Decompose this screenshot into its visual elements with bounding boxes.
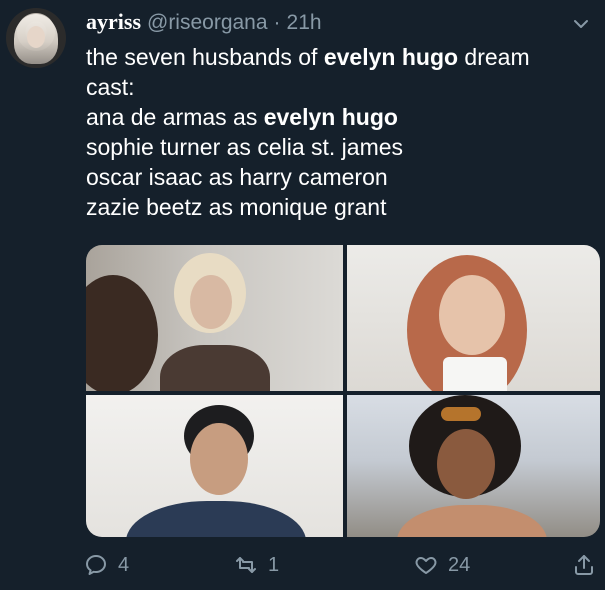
photo-shape	[190, 423, 248, 495]
photo-shape	[190, 275, 232, 329]
avatar[interactable]	[6, 8, 66, 68]
tweet-actions: 4 1 24	[84, 553, 600, 583]
photo-shape	[443, 357, 507, 391]
text-segment: ana de armas as	[86, 104, 264, 130]
reply-button[interactable]: 4	[84, 553, 129, 577]
photo-1[interactable]	[86, 245, 343, 391]
photo-shape	[397, 505, 547, 537]
photo-shape	[439, 275, 505, 355]
share-button[interactable]	[572, 553, 596, 577]
tweet-line-2: cast:	[86, 74, 135, 100]
tweet-line-3: ana de armas as evelyn hugo	[86, 102, 586, 132]
like-count: 24	[448, 553, 471, 576]
bold-text: evelyn hugo	[263, 104, 398, 130]
text-segment: dream	[458, 44, 530, 70]
photo-shape	[160, 345, 270, 391]
heart-icon	[415, 557, 437, 574]
tweet-line-5: oscar isaac as harry cameron	[86, 164, 388, 190]
retweet-count: 1	[268, 553, 280, 576]
share-icon	[575, 555, 593, 575]
tweet-line-4: sophie turner as celia st. james	[86, 134, 404, 160]
photo-shape	[441, 407, 481, 421]
tweet-line-1: the seven husbands of evelyn hugo dream	[86, 42, 586, 72]
chevron-down-icon[interactable]	[573, 18, 589, 30]
reply-icon	[86, 555, 106, 575]
author-handle[interactable]: @riseorgana	[147, 11, 268, 35]
author-name[interactable]: ayriss	[86, 9, 141, 35]
photo-shape	[126, 501, 306, 537]
timestamp[interactable]: 21h	[287, 11, 322, 35]
photo-3[interactable]	[86, 395, 343, 537]
photo-2[interactable]	[347, 245, 600, 391]
text-segment: the seven husbands of	[86, 44, 324, 70]
photo-shape	[437, 429, 495, 499]
retweet-icon	[236, 557, 256, 573]
tweet-line-6: zazie beetz as monique grant	[86, 194, 387, 220]
photo-4[interactable]	[347, 395, 600, 537]
tweet-header: ayriss @riseorgana · 21h	[86, 9, 322, 35]
avatar-face	[27, 26, 45, 48]
reply-count: 4	[118, 553, 130, 576]
media-grid	[86, 245, 600, 537]
header-separator: ·	[273, 11, 281, 34]
bold-text: evelyn hugo	[323, 44, 459, 70]
retweet-button[interactable]: 1	[234, 553, 279, 577]
like-button[interactable]: 24	[414, 553, 470, 577]
photo-shape	[86, 275, 158, 391]
tweet-text: the seven husbands of evelyn hugo dream …	[86, 42, 586, 222]
